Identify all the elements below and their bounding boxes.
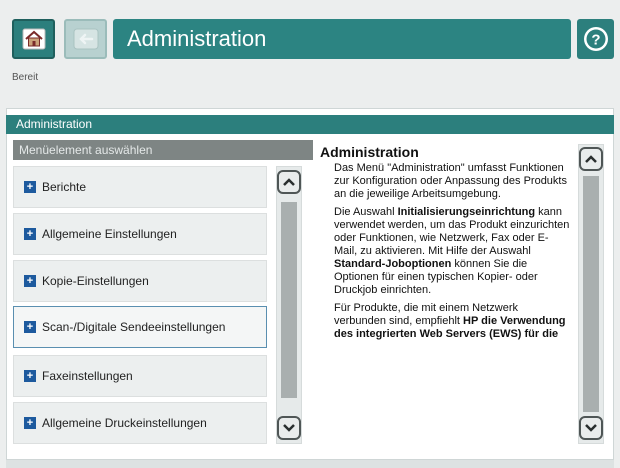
chevron-up-icon [585, 155, 597, 163]
help-button[interactable]: ? [577, 19, 614, 59]
text-span: Die Auswahl [334, 206, 398, 218]
plus-icon: + [24, 228, 36, 240]
menu-scroll-down-button[interactable] [277, 416, 301, 440]
status-text: Bereit [12, 72, 39, 83]
menu-item-scan-digitale-sendeeinstellungen[interactable]: + Scan-/Digitale Sendeeinstellungen [13, 306, 267, 348]
title-bar: Administration [113, 19, 571, 59]
page-title: Administration [127, 26, 267, 51]
plus-icon: + [24, 321, 36, 333]
menu-item-kopie-einstellungen[interactable]: + Kopie-Einstellungen [13, 260, 267, 302]
menu-item-label: Allgemeine Druckeinstellungen [42, 416, 207, 430]
chevron-up-icon [283, 178, 295, 186]
description-paragraph-2: Die Auswahl Initialisierungseinrichtung … [334, 206, 570, 297]
menu-item-berichte[interactable]: + Berichte [13, 166, 267, 208]
plus-icon: + [24, 275, 36, 287]
plus-icon: + [24, 181, 36, 193]
description-title: Administration [320, 144, 419, 160]
menu-scrollbar-thumb[interactable] [281, 202, 297, 398]
bottom-strip [6, 460, 614, 468]
chevron-down-icon [585, 424, 597, 432]
menu-item-label: Faxeinstellungen [42, 369, 133, 383]
chevron-down-icon [283, 424, 295, 432]
bold-term-initialisierungseinrichtung: Initialisierungseinrichtung [397, 206, 536, 218]
plus-icon: + [24, 417, 36, 429]
plus-icon: + [24, 370, 36, 382]
help-icon: ? [583, 27, 608, 51]
home-button[interactable] [12, 19, 55, 59]
panel-header: Administration [6, 115, 614, 134]
menu-item-allgemeine-druckeinstellungen[interactable]: + Allgemeine Druckeinstellungen [13, 402, 267, 444]
description-paragraph-1: Das Menü "Administration" umfasst Funkti… [334, 162, 567, 200]
menu-item-faxeinstellungen[interactable]: + Faxeinstellungen [13, 355, 267, 397]
menu-item-allgemeine-einstellungen[interactable]: + Allgemeine Einstellungen [13, 213, 267, 255]
menu-item-label: Kopie-Einstellungen [42, 274, 149, 288]
menu-item-label: Berichte [42, 180, 87, 194]
svg-text:?: ? [591, 32, 600, 49]
home-icon [22, 28, 45, 50]
back-arrow-icon [73, 28, 98, 50]
menu-scroll-up-button[interactable] [277, 170, 301, 194]
description-scroll-down-button[interactable] [579, 416, 603, 440]
bold-term-standard-joboptionen: Standard-Joboptionen [334, 258, 452, 270]
menu-item-label: Scan-/Digitale Sendeeinstellungen [42, 320, 226, 334]
description-scroll-up-button[interactable] [579, 147, 603, 171]
menu-header: Menüelement auswählen [13, 140, 313, 160]
menu-item-label: Allgemeine Einstellungen [42, 227, 177, 241]
description-paragraph-3: Für Produkte, die mit einem Netzwerk ver… [334, 302, 570, 341]
back-button[interactable] [64, 19, 107, 59]
description-text: Das Menü "Administration" umfasst Funkti… [334, 162, 570, 346]
description-scrollbar-thumb[interactable] [583, 176, 599, 412]
